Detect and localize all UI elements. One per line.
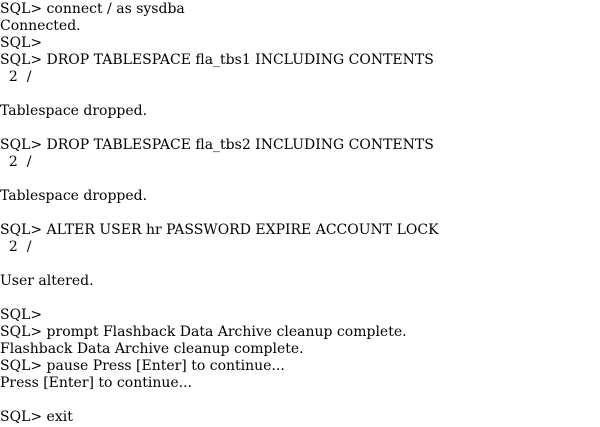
terminal-line: SQL> DROP TABLESPACE fla_tbs2 INCLUDING …	[0, 137, 434, 153]
terminal-line: Tablespace dropped.	[0, 188, 148, 204]
terminal-line: SQL>	[0, 35, 43, 51]
terminal-line: Tablespace dropped.	[0, 103, 148, 119]
terminal-line: SQL>	[0, 307, 43, 323]
terminal-line: User altered.	[0, 273, 94, 289]
terminal-line: SQL> exit	[0, 409, 73, 425]
terminal-line: SQL> DROP TABLESPACE fla_tbs1 INCLUDING …	[0, 52, 434, 68]
terminal-output[interactable]: SQL> connect / as sysdba Connected. SQL>…	[0, 0, 600, 427]
terminal-line: Connected.	[0, 18, 81, 34]
terminal-line: SQL> ALTER USER hr PASSWORD EXPIRE ACCOU…	[0, 222, 439, 238]
terminal-line: 2 /	[0, 69, 32, 85]
terminal-line: Press [Enter] to continue...	[0, 375, 192, 391]
terminal-line: Flashback Data Archive cleanup complete.	[0, 341, 304, 357]
terminal-line: SQL> prompt Flashback Data Archive clean…	[0, 324, 407, 340]
terminal-line: SQL> connect / as sysdba	[0, 1, 185, 17]
terminal-line: 2 /	[0, 154, 32, 170]
terminal-line: SQL> pause Press [Enter] to continue...	[0, 358, 285, 374]
terminal-line: 2 /	[0, 239, 32, 255]
